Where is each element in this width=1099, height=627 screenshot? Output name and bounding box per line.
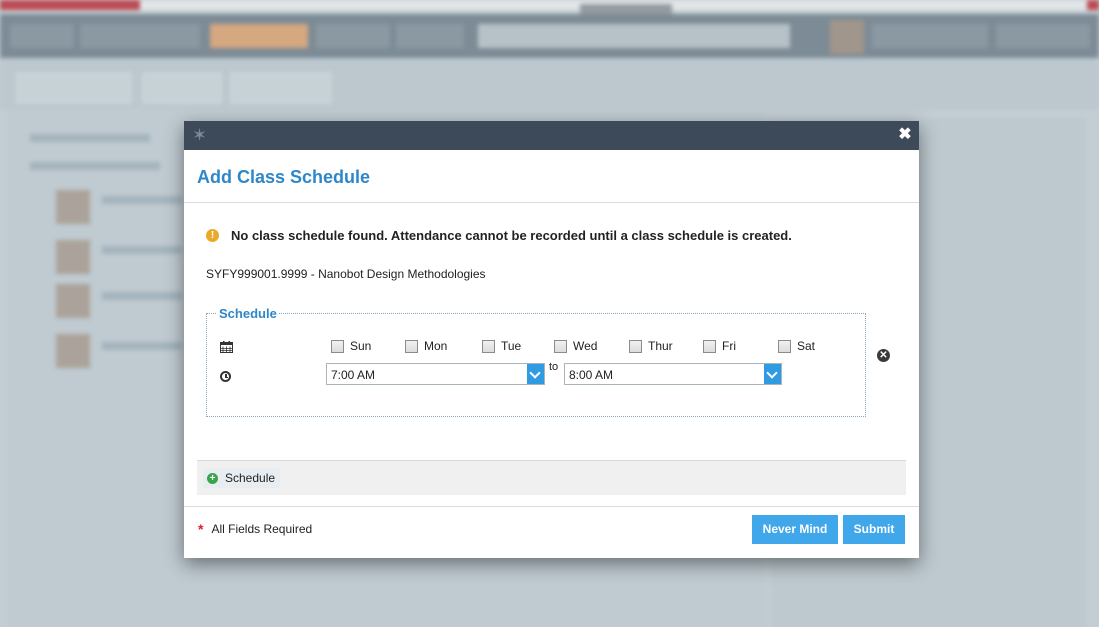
day-tue[interactable]: Tue (482, 339, 521, 353)
start-time-select[interactable]: 7:00 AM (326, 363, 545, 385)
add-schedule-bar: + Schedule (197, 460, 906, 495)
logo-icon: ✶ (192, 125, 208, 145)
day-label: Sat (797, 339, 816, 353)
dialog-header: ✶ ✖ (184, 121, 919, 150)
warning-text: No class schedule found. Attendance cann… (231, 228, 792, 243)
day-label: Mon (424, 339, 448, 353)
day-label: Fri (722, 339, 736, 353)
required-text: All Fields Required (211, 522, 313, 536)
day-sun[interactable]: Sun (331, 339, 371, 353)
calendar-icon (220, 341, 233, 353)
plus-icon: + (207, 472, 218, 484)
dialog-title: Add Class Schedule (197, 167, 371, 187)
checkbox-sun[interactable] (331, 339, 344, 353)
never-mind-button[interactable]: Never Mind (752, 515, 838, 544)
day-fri[interactable]: Fri (703, 339, 736, 353)
to-label: to (549, 361, 559, 373)
day-label: Thur (648, 339, 673, 353)
divider (184, 506, 919, 507)
add-schedule-button[interactable]: + Schedule (203, 468, 281, 488)
clock-icon (220, 371, 231, 382)
checkbox-wed[interactable] (554, 339, 567, 353)
day-label: Wed (573, 339, 598, 353)
submit-button[interactable]: Submit (843, 515, 905, 544)
add-class-schedule-dialog: ✶ ✖ Add Class Schedule ! No class schedu… (184, 121, 919, 558)
schedule-fieldset: Schedule Sun Mon Tue Wed Thur Fri Sat 7:… (206, 306, 866, 417)
checkbox-mon[interactable] (405, 339, 418, 353)
end-time-value: 8:00 AM (569, 368, 614, 382)
chevron-down-icon[interactable] (764, 364, 781, 384)
course-name: SYFY999001.9999 - Nanobot Design Methodo… (206, 267, 486, 281)
required-note: * All Fields Required (198, 522, 312, 536)
checkbox-sat[interactable] (778, 339, 791, 353)
day-label: Sun (350, 339, 372, 353)
remove-icon[interactable]: ✕ (877, 349, 890, 362)
schedule-legend: Schedule (217, 306, 279, 321)
start-time-value: 7:00 AM (331, 368, 376, 382)
required-asterisk-icon: * (198, 521, 204, 537)
warning-message: ! No class schedule found. Attendance ca… (206, 228, 792, 243)
checkbox-tue[interactable] (482, 339, 495, 353)
day-thur[interactable]: Thur (629, 339, 673, 353)
divider (184, 202, 919, 203)
end-time-select[interactable]: 8:00 AM (564, 363, 782, 385)
day-label: Tue (501, 339, 522, 353)
checkbox-fri[interactable] (703, 339, 716, 353)
add-schedule-label: Schedule (225, 471, 276, 485)
checkbox-thur[interactable] (629, 339, 642, 353)
day-sat[interactable]: Sat (778, 339, 815, 353)
chevron-down-icon[interactable] (527, 364, 544, 384)
close-icon[interactable]: ✖ (895, 125, 915, 145)
day-wed[interactable]: Wed (554, 339, 597, 353)
warning-icon: ! (206, 229, 219, 242)
day-mon[interactable]: Mon (405, 339, 447, 353)
